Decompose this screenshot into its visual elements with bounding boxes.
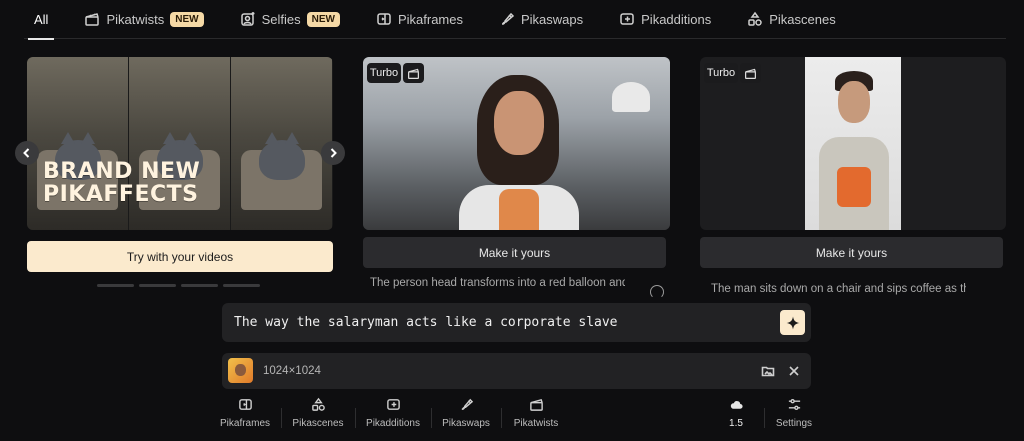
cloud-icon (730, 401, 743, 409)
tab-selfies[interactable]: Selfies NEW (230, 0, 350, 39)
new-badge: NEW (170, 11, 204, 27)
video-caption: The man sits down on a chair and sips co… (711, 283, 966, 295)
tool-label: Pikatwists (513, 418, 559, 429)
folder-image-icon (761, 366, 775, 377)
attachment-thumbnail[interactable] (228, 358, 253, 383)
chevron-left-icon (23, 148, 30, 158)
toolbar-divider (501, 408, 502, 428)
carousel-prev-button[interactable] (15, 141, 39, 165)
turbo-badge: Turbo (704, 63, 738, 83)
brush-icon (501, 12, 515, 25)
carousel-dot[interactable] (223, 284, 260, 287)
woman-image (459, 75, 579, 230)
turbo-badge: Turbo (367, 63, 401, 83)
carousel-dots (97, 284, 260, 287)
model-version-button[interactable]: 1.5 (706, 397, 766, 437)
tab-all[interactable]: All (24, 0, 58, 40)
add-frame-icon (386, 399, 400, 410)
pikaframes-tool-button[interactable]: Pikaframes (215, 397, 275, 437)
clapper-icon (85, 13, 100, 26)
pikadditions-tool-button[interactable]: Pikadditions (363, 397, 423, 437)
attachment-size: 1024×1024 (263, 365, 321, 377)
category-tabs: All Pikatwists NEW Selfies NEW Pikaframe… (24, 0, 1006, 40)
attachment-bar: 1024×1024 (222, 353, 811, 389)
new-badge: NEW (306, 11, 340, 27)
prompt-input[interactable]: The way the salaryman acts like a corpor… (222, 303, 811, 342)
carousel-dot[interactable] (97, 284, 134, 287)
clapper-icon (745, 68, 756, 79)
make-it-yours-button[interactable]: Make it yours (363, 237, 666, 268)
carousel-dot[interactable] (139, 284, 176, 287)
replace-image-button[interactable] (759, 362, 777, 380)
loading-icon (650, 285, 664, 299)
tab-label: All (34, 11, 49, 27)
tab-pikadditions[interactable]: Pikadditions (609, 0, 721, 39)
tool-label: Settings (775, 418, 813, 429)
pikatwists-tool-button[interactable]: Pikatwists (506, 397, 566, 437)
pikascenes-tool-button[interactable]: Pikascenes (288, 397, 348, 437)
carousel-dot[interactable] (181, 284, 218, 287)
tool-label: Pikadditions (366, 418, 420, 429)
tab-pikaframes[interactable]: Pikaframes (366, 0, 473, 39)
toolbar-divider (431, 408, 432, 428)
tab-pikatwists[interactable]: Pikatwists NEW (74, 0, 213, 39)
clapper-chip (403, 63, 424, 83)
settings-button[interactable]: Settings (764, 397, 824, 437)
sparkle-icon (786, 316, 799, 329)
toolbar-divider (281, 408, 282, 428)
man-image (805, 57, 901, 230)
banner-line: PIKAFFECTS (43, 182, 199, 207)
promo-banner: BRAND NEW PIKAFFECTS (43, 160, 200, 206)
tool-label: Pikaframes (219, 418, 270, 429)
tab-label: Pikascenes (769, 11, 836, 27)
tab-label: Pikaframes (397, 11, 463, 27)
sliders-icon (788, 399, 800, 410)
brush-icon (461, 398, 473, 410)
banner-line: BRAND NEW (43, 159, 201, 184)
tab-label: Selfies (261, 11, 301, 27)
remove-attachment-button[interactable] (785, 362, 803, 380)
tool-label: Pikaswaps (442, 418, 490, 429)
selfie-icon (240, 12, 255, 26)
pikaswaps-tool-button[interactable]: Pikaswaps (436, 397, 496, 437)
shapes-icon (748, 11, 762, 26)
toolbar-divider (355, 408, 356, 428)
shapes-icon (311, 397, 325, 411)
tab-label: Pikaswaps (521, 11, 584, 27)
frames-icon (238, 399, 252, 410)
model-version-label: 1.5 (729, 418, 743, 429)
carousel-next-button[interactable] (321, 141, 345, 165)
tab-pikaswaps[interactable]: Pikaswaps (489, 0, 593, 39)
tool-label: Pikascenes (292, 418, 344, 429)
add-frame-icon (620, 13, 634, 25)
frames-icon (377, 13, 391, 25)
clapper-chip (740, 63, 761, 83)
close-icon (789, 366, 799, 376)
generate-button[interactable] (780, 310, 805, 335)
video-card-woman[interactable]: Turbo (363, 57, 670, 230)
clapper-icon (529, 398, 543, 411)
chevron-right-icon (330, 148, 337, 158)
video-caption: The person head transforms into a red ba… (370, 277, 625, 289)
prompt-text[interactable]: The way the salaryman acts like a corpor… (234, 315, 618, 330)
cat-image (231, 57, 332, 230)
video-card-man[interactable]: Turbo (700, 57, 1006, 230)
try-with-videos-button[interactable]: Try with your videos (27, 241, 333, 272)
lamp-shape (612, 82, 650, 112)
tab-label: Pikatwists (106, 11, 165, 27)
tab-label: Pikadditions (641, 11, 712, 27)
clapper-icon (408, 68, 419, 79)
tab-pikascenes[interactable]: Pikascenes (737, 0, 845, 39)
make-it-yours-button[interactable]: Make it yours (700, 237, 1003, 268)
pikaffects-promo-card[interactable]: BRAND NEW PIKAFFECTS (27, 57, 333, 230)
